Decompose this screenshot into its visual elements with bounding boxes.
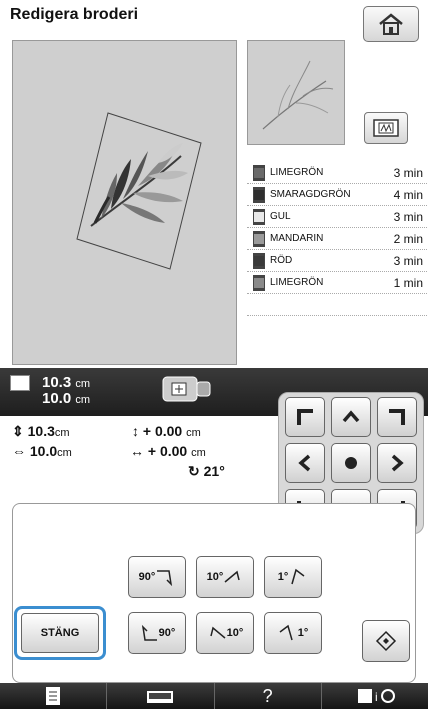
corner-up-right-icon — [389, 409, 405, 425]
horizontal-offset: ↔ + 0.00 cm — [130, 443, 206, 459]
thread-spool-icon — [253, 230, 265, 247]
height-value: ⇕ 10.3cm — [12, 423, 70, 439]
arrow-up-icon — [342, 410, 360, 423]
sewing-icon — [373, 119, 399, 137]
arrow-right-icon — [391, 454, 404, 472]
help-button[interactable]: ? — [215, 683, 322, 709]
size-width: 10.0 cm — [42, 390, 91, 407]
thread-spool-icon — [253, 274, 265, 291]
svg-text:i: i — [375, 690, 378, 704]
reset-button[interactable] — [362, 620, 410, 662]
move-up-left-button[interactable] — [285, 397, 325, 437]
sewing-mode-button[interactable] — [364, 112, 408, 144]
rotate-left-90-button[interactable]: 90° — [128, 612, 186, 654]
hoop-icon — [162, 376, 211, 402]
list-item: SMARAGDGRÖN 4 min — [247, 184, 427, 206]
move-left-button[interactable] — [285, 443, 325, 483]
center-icon — [345, 457, 357, 469]
list-item-empty — [247, 316, 427, 338]
list-item: LIMEGRÖN 3 min — [247, 162, 427, 184]
rotate-right-90-button[interactable]: 90° — [128, 556, 186, 598]
bottom-toolbar: ? i — [0, 683, 428, 709]
home-button[interactable] — [363, 6, 419, 42]
vertical-offset: ↕ + 0.00 cm — [132, 423, 201, 439]
thread-spool-icon — [253, 208, 265, 225]
size-icon — [10, 375, 30, 391]
list-item-empty — [247, 294, 427, 316]
arrow-left-icon — [298, 454, 311, 472]
design-preview — [247, 40, 345, 145]
settings-button[interactable]: i — [322, 683, 428, 709]
rotate-left-icon — [141, 624, 157, 641]
reset-icon — [375, 630, 397, 652]
move-up-button[interactable] — [331, 397, 371, 437]
rotate-right-icon — [224, 570, 241, 583]
width-value: ⇔ 10.0cm — [12, 443, 72, 459]
home-icon — [379, 13, 403, 35]
rotate-right-1-button[interactable]: 1° — [264, 556, 322, 598]
rotate-right-10-button[interactable]: 10° — [196, 556, 254, 598]
page-title: Redigera broderi — [10, 6, 139, 23]
list-item: RÖD 3 min — [247, 250, 427, 272]
move-right-button[interactable] — [377, 443, 417, 483]
move-up-right-button[interactable] — [377, 397, 417, 437]
rotate-right-icon — [157, 570, 173, 586]
thread-spool-icon — [253, 164, 265, 181]
settings-icon: i — [357, 689, 395, 704]
page-button[interactable] — [0, 683, 108, 709]
embroidery-canvas[interactable] — [12, 40, 237, 365]
rotate-left-icon — [209, 626, 226, 639]
rotate-icon: ↻ — [188, 463, 200, 479]
close-button-highlight: STÄNG — [14, 606, 106, 660]
rotate-left-1-button[interactable]: 1° — [264, 612, 322, 654]
center-button[interactable] — [331, 443, 371, 483]
page-icon — [46, 687, 61, 705]
parameter-panel: ⇕ 10.3cm ⇔ 10.0cm ↕ + 0.00 cm ↔ + 0.00 c… — [12, 420, 278, 500]
machine-icon — [147, 691, 174, 703]
rotate-left-icon — [279, 624, 293, 641]
preview-design-icon — [262, 60, 334, 130]
close-button[interactable]: STÄNG — [21, 613, 99, 653]
machine-button[interactable] — [107, 683, 215, 709]
embroidery-design — [76, 112, 202, 270]
corner-up-left-icon — [297, 409, 313, 425]
rotate-right-icon — [291, 568, 305, 585]
thread-list: LIMEGRÖN 3 min SMARAGDGRÖN 4 min GUL 3 min … — [247, 152, 427, 367]
rotation-angle: ↻ 21° — [188, 463, 225, 479]
list-item: GUL 3 min — [247, 206, 427, 228]
thread-spool-icon — [253, 252, 265, 269]
list-item: MANDARIN 2 min — [247, 228, 427, 250]
rotate-left-10-button[interactable]: 10° — [196, 612, 254, 654]
list-item: LIMEGRÖN 1 min — [247, 272, 427, 294]
size-height: 10.3 cm — [42, 374, 91, 391]
thread-spool-icon — [253, 186, 265, 203]
